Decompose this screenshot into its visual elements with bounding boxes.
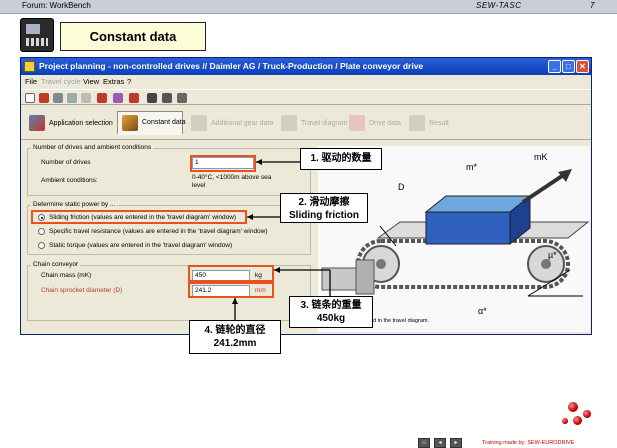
- footer-credit: Training made by: SEW-EURODRIVE: [482, 440, 575, 446]
- logo-dot: [583, 410, 591, 418]
- arrow-3-head: [274, 267, 280, 273]
- arrow-1-head: [256, 159, 262, 165]
- arrow-2-head: [247, 214, 253, 220]
- slide: Forum: WorkBench SEW-TASC 7 Constant dat…: [0, 0, 617, 448]
- callout-text: 3. 链条的重量: [300, 300, 362, 311]
- callout-text: 4. 链轮的直径: [204, 325, 266, 336]
- callout-arrows: [232, 159, 331, 320]
- callout-text: 241.2mm: [213, 338, 257, 349]
- callout-text: 450kg: [316, 313, 346, 324]
- callout-sliding-friction: 2. 滑动摩擦 Sliding friction: [280, 193, 368, 223]
- callout-text: 2. 滑动摩擦: [298, 197, 350, 208]
- logo-dot: [573, 416, 582, 425]
- callout-text: Sliding friction: [289, 210, 359, 221]
- callout-number-of-drives: 1. 驱动的数量: [300, 148, 382, 170]
- nav-back-icon[interactable]: ◂: [434, 438, 446, 448]
- nav-forward-icon[interactable]: ▸: [450, 438, 462, 448]
- logo-dot: [568, 402, 578, 412]
- nav-home-icon[interactable]: ⌂: [418, 438, 430, 448]
- callout-sprocket-diameter: 4. 链轮的直径 241.2mm: [189, 320, 281, 354]
- logo-dot: [562, 418, 568, 424]
- callout-text: 1. 驱动的数量: [310, 153, 372, 164]
- arrow-4-head: [232, 298, 238, 304]
- callout-chain-mass: 3. 链条的重量 450kg: [289, 296, 373, 328]
